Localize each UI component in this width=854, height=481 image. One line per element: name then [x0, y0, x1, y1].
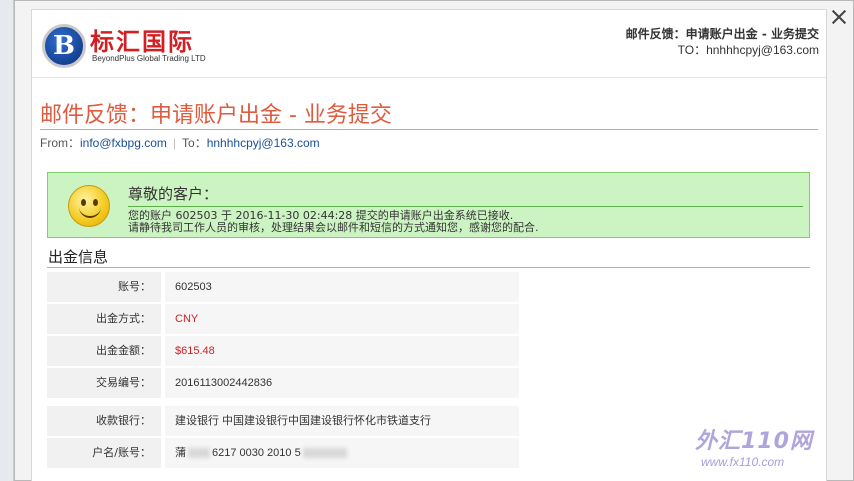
table-row: 户名/账号： 蒲 6217 0030 2010 5 — [47, 438, 519, 468]
email-header: B 标汇国际 BeyondPlus Global Trading LTD 邮件反… — [32, 10, 826, 78]
logo-name-cn: 标汇国际 — [90, 28, 194, 56]
notice-message: 您的账户 602503 于 2016-11-30 02:44:28 提交的申请账… — [128, 210, 539, 234]
separator: | — [172, 136, 177, 150]
table-row: 出金方式： CNY — [47, 304, 519, 334]
section-divider — [47, 267, 810, 268]
redacted-block — [302, 448, 347, 459]
table-row: 出金金额： $615.48 — [47, 336, 519, 366]
table-row: 收款银行： 建设银行 中国建设银行中国建设银行怀化市铁道支行 — [47, 406, 519, 436]
from-label: From： — [40, 136, 80, 150]
account-number: 6217 0030 2010 5 — [212, 447, 301, 459]
to-label: To： — [182, 136, 207, 150]
row-value: CNY — [165, 304, 519, 334]
close-icon[interactable] — [831, 9, 847, 25]
email-sheet: B 标汇国际 BeyondPlus Global Trading LTD 邮件反… — [31, 9, 827, 481]
subject-divider — [40, 129, 818, 130]
row-label: 出金金额： — [47, 336, 161, 366]
section-title: 出金信息 — [48, 248, 109, 266]
row-value: $615.48 — [165, 336, 519, 366]
email-preview-modal: B 标汇国际 BeyondPlus Global Trading LTD 邮件反… — [14, 0, 854, 481]
company-logo: B 标汇国际 BeyondPlus Global Trading LTD — [38, 16, 236, 72]
row-label: 收款银行： — [47, 406, 161, 436]
row-label: 户名/账号： — [47, 438, 161, 468]
logo-mark-icon: B — [42, 24, 86, 68]
row-value: 蒲 6217 0030 2010 5 — [165, 438, 519, 468]
notice-divider — [128, 206, 803, 207]
row-label: 出金方式： — [47, 304, 161, 334]
table-row: 账号： 602503 — [47, 272, 519, 302]
from-to-line: From：info@fxbpg.com | To：hnhhhcpyj@163.com — [40, 134, 320, 151]
row-value: 602503 — [165, 272, 519, 302]
background-page-strip — [0, 0, 14, 481]
withdrawal-info-table: 账号： 602503 出金方式： CNY 出金金额： $615.48 交易编号：… — [47, 272, 519, 470]
row-value: 建设银行 中国建设银行中国建设银行怀化市铁道支行 — [165, 406, 519, 436]
watermark-main: 外汇110网 — [695, 429, 813, 454]
to-email-link[interactable]: hnhhhcpyj@163.com — [207, 136, 320, 150]
from-email-link[interactable]: info@fxbpg.com — [80, 136, 167, 150]
row-label: 交易编号： — [47, 368, 161, 398]
header-title: 邮件反馈：申请账户出金 - 业务提交 — [625, 27, 819, 41]
watermark: 外汇110网 www.fx110.com — [695, 423, 813, 469]
email-subject: 邮件反馈：申请账户出金 - 业务提交 — [40, 103, 392, 128]
smiley-icon — [68, 185, 110, 227]
notice-box: 尊敬的客户： 您的账户 602503 于 2016-11-30 02:44:28… — [47, 172, 810, 238]
row-label: 账号： — [47, 272, 161, 302]
watermark-url: www.fx110.com — [701, 455, 785, 469]
logo-name-en: BeyondPlus Global Trading LTD — [92, 54, 206, 63]
header-recipient: TO：hnhhhcpyj@163.com — [677, 43, 819, 57]
table-row: 交易编号： 2016113002442836 — [47, 368, 519, 398]
redacted-block — [188, 448, 210, 459]
account-name-prefix: 蒲 — [175, 447, 186, 459]
row-value: 2016113002442836 — [165, 368, 519, 398]
notice-greeting: 尊敬的客户： — [128, 185, 219, 203]
notice-line-2: 请静待我司工作人员的审核，处理结果会以邮件和短信的方式通知您，感谢您的配合. — [128, 221, 539, 234]
